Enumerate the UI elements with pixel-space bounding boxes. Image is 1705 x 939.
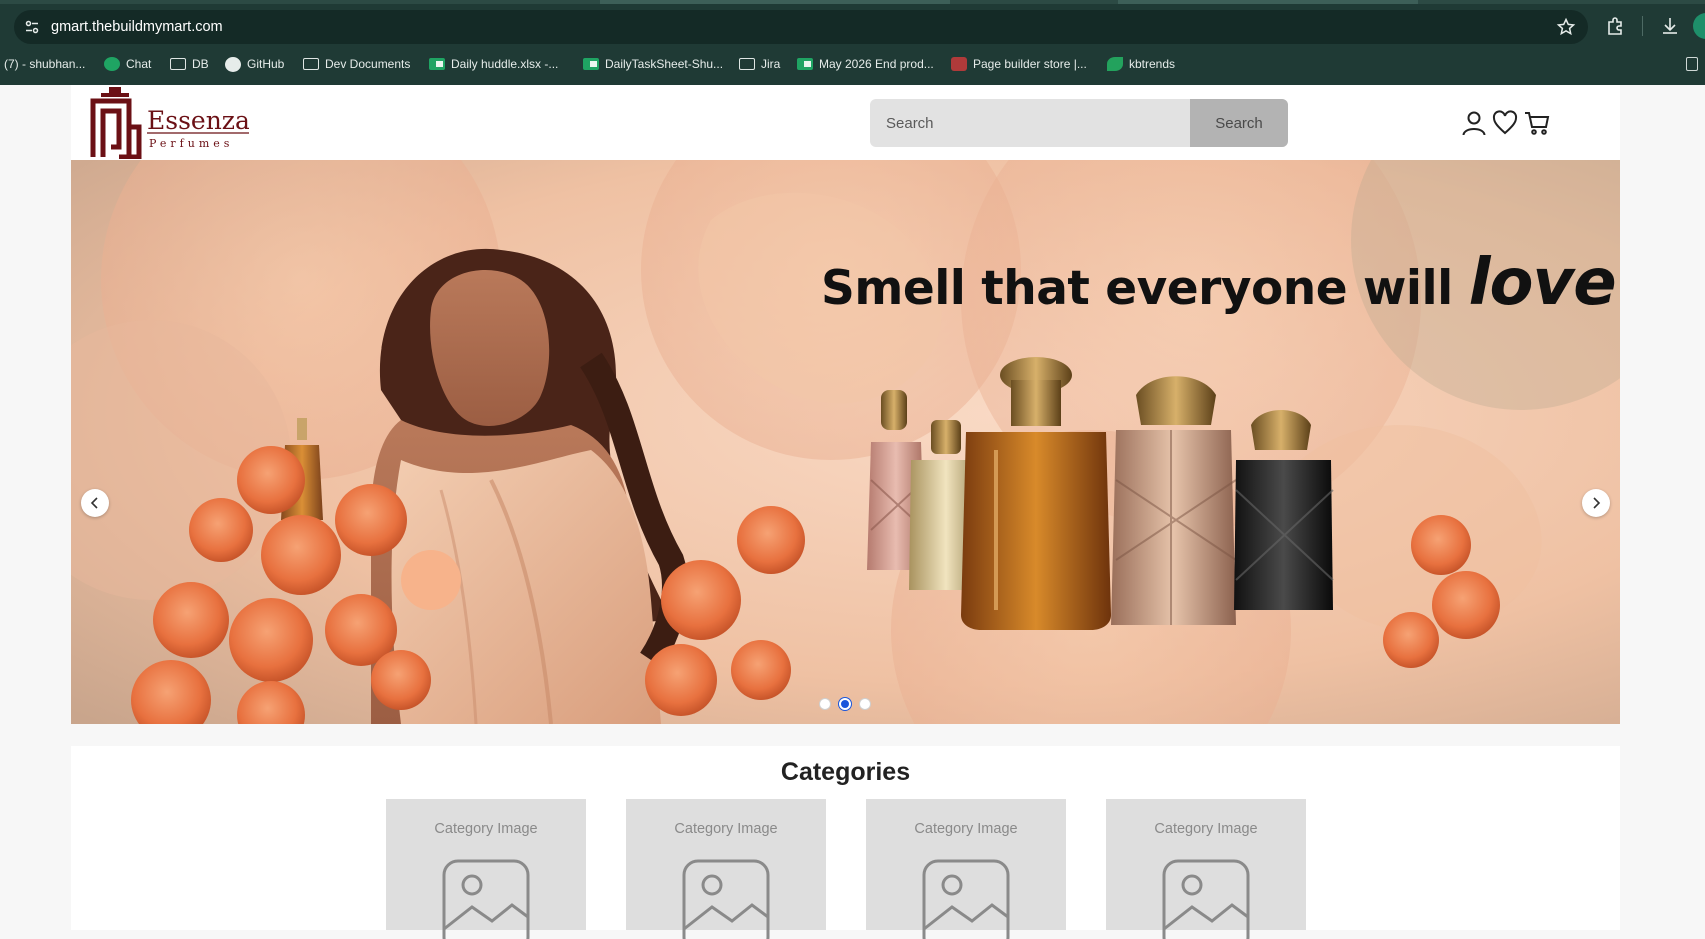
categories-section: Categories Category Image Category Image… — [71, 746, 1620, 939]
category-label: Category Image — [674, 821, 778, 837]
github-icon — [225, 56, 241, 72]
brand-logo[interactable]: Essenza Perfumes — [89, 87, 250, 160]
site-header: Essenza Perfumes Search — [71, 85, 1620, 160]
folder-icon — [303, 58, 319, 70]
browser-chrome: gmart.thebuildmymart.com (7) - shubhan..… — [0, 0, 1705, 85]
download-icon[interactable] — [1659, 15, 1681, 37]
site-settings-icon[interactable] — [24, 19, 40, 35]
folder-icon — [739, 58, 755, 70]
category-card[interactable]: Category Image — [1106, 799, 1306, 939]
bookmark-item[interactable]: Jira — [739, 55, 780, 73]
sheets-icon — [583, 58, 599, 70]
toolbar-divider — [1642, 16, 1643, 36]
extensions-icon[interactable] — [1605, 15, 1627, 37]
bookmark-item[interactable]: kbtrends — [1107, 55, 1175, 73]
page-content: Essenza Perfumes Search Search Smell tha… — [0, 85, 1705, 939]
search-box: Search — [870, 99, 1288, 147]
bookmark-label: DB — [192, 57, 209, 71]
address-bar[interactable]: gmart.thebuildmymart.com — [14, 10, 1588, 44]
bookmark-item[interactable]: (7) - shubhan... — [4, 55, 85, 73]
hero-headline-emphasis: love — [1468, 246, 1617, 320]
user-icon[interactable] — [1461, 110, 1487, 136]
bookmark-item[interactable]: Dev Documents — [303, 55, 410, 73]
site-icon — [951, 57, 967, 71]
carousel-prev-button[interactable] — [81, 489, 109, 517]
leaf-icon — [1107, 57, 1123, 71]
category-label: Category Image — [1154, 821, 1258, 837]
address-url[interactable]: gmart.thebuildmymart.com — [51, 19, 223, 35]
image-placeholder-icon — [922, 859, 1010, 939]
carousel-dot-2[interactable] — [839, 698, 851, 710]
tab-edge[interactable] — [1118, 0, 1418, 4]
bookmark-item[interactable]: GitHub — [225, 55, 284, 73]
chat-icon — [104, 57, 120, 71]
bookmark-label: Page builder store |... — [973, 57, 1087, 71]
bookmark-label: Jira — [761, 57, 781, 71]
folder-icon — [170, 58, 186, 70]
category-card[interactable]: Category Image — [386, 799, 586, 939]
sheets-icon — [797, 58, 813, 70]
bookmark-item[interactable]: DailyTaskSheet-Shu... — [583, 55, 723, 73]
hero-headline: Smell that everyone will love — [821, 246, 1617, 326]
chevron-right-icon — [1593, 497, 1601, 509]
search-input[interactable] — [870, 99, 1190, 147]
image-placeholder-icon — [442, 859, 530, 939]
category-card[interactable]: Category Image — [866, 799, 1066, 939]
chevron-left-icon — [90, 497, 98, 509]
sheets-icon — [429, 58, 445, 70]
bookmark-item[interactable]: Chat — [104, 55, 151, 73]
search-button[interactable]: Search — [1190, 99, 1288, 147]
carousel-next-button[interactable] — [1582, 489, 1610, 517]
logo-wordmark: Essenza — [147, 106, 249, 135]
bookmark-label: Chat — [126, 57, 152, 71]
hero-banner-image — [71, 160, 1620, 724]
carousel-dot-3[interactable] — [859, 698, 871, 710]
bookmark-item[interactable]: May 2026 End prod... — [797, 55, 934, 73]
carousel-indicators — [819, 698, 871, 710]
bookmark-item[interactable]: DB — [170, 55, 209, 73]
bookmark-label: kbtrends — [1129, 57, 1176, 71]
bookmark-label: May 2026 End prod... — [819, 57, 934, 71]
tab-edge[interactable] — [600, 0, 950, 4]
hero-headline-text: Smell that everyone will — [821, 261, 1469, 316]
image-placeholder-icon — [682, 859, 770, 939]
profile-avatar[interactable] — [1693, 13, 1705, 39]
logo-subtext: Perfumes — [149, 137, 233, 150]
bookmarks-bar: (7) - shubhan... Chat DB GitHub Dev Docu… — [0, 50, 1705, 78]
bookmark-label: DailyTaskSheet-Shu... — [605, 57, 724, 71]
hero-carousel[interactable]: Smell that everyone will love — [71, 160, 1620, 724]
bookmark-star-icon[interactable] — [1556, 17, 1576, 37]
heart-icon[interactable] — [1492, 110, 1518, 136]
bookmark-item[interactable]: Page builder store |... — [951, 55, 1087, 73]
carousel-dot-1[interactable] — [819, 698, 831, 710]
image-placeholder-icon — [1162, 859, 1250, 939]
category-card[interactable]: Category Image — [626, 799, 826, 939]
bookmark-label: (7) - shubhan... — [4, 57, 86, 71]
bookmark-item[interactable]: Daily huddle.xlsx -... — [429, 55, 558, 73]
tab-strip — [0, 0, 1705, 4]
bookmark-label: GitHub — [247, 57, 285, 71]
bookmark-label: Daily huddle.xlsx -... — [451, 57, 559, 71]
categories-title: Categories — [780, 758, 911, 786]
category-label: Category Image — [914, 821, 1018, 837]
bookmark-label: Dev Documents — [325, 57, 411, 71]
category-label: Category Image — [434, 821, 538, 837]
cart-icon[interactable] — [1524, 110, 1550, 136]
all-bookmarks-icon[interactable] — [1686, 57, 1698, 71]
